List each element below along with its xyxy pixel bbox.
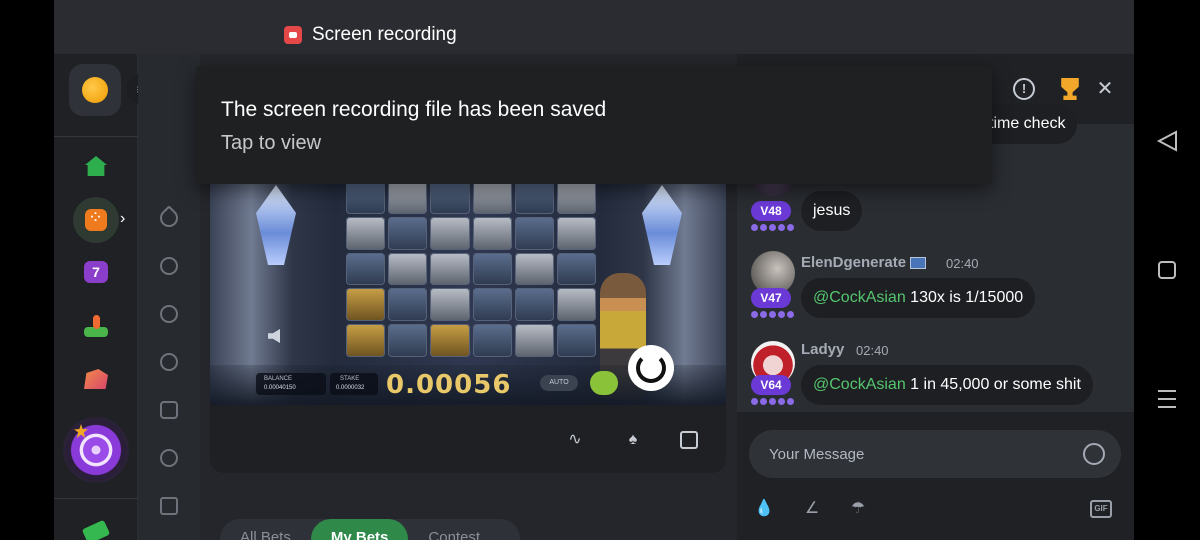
message-input[interactable] [769, 430, 1069, 478]
stake-value: 0.0000032 [336, 385, 365, 391]
sidebar-item-casino[interactable] [73, 197, 119, 243]
chat-message: @CockAsian 1 in 45,000 or some shit [801, 365, 1093, 405]
chat-message: @CockAsian 130x is 1/15000 [801, 278, 1036, 318]
level-dots [751, 224, 797, 232]
vip-badge: V64 [751, 375, 791, 395]
win-display: 0.00056 [386, 370, 512, 400]
logo-button[interactable] [69, 64, 121, 116]
spin-button[interactable] [628, 345, 674, 391]
info-icon[interactable]: ! [1013, 78, 1035, 100]
home-nav-icon[interactable] [1158, 261, 1176, 279]
stake-label: STAKE [340, 376, 360, 382]
chevron-right-icon[interactable]: › [120, 210, 125, 228]
divider [54, 136, 138, 137]
category-rail [138, 54, 200, 540]
gif-icon[interactable]: GIF [1090, 500, 1112, 518]
sidebar-item-lottery[interactable] [76, 359, 116, 399]
back-icon[interactable] [1156, 130, 1178, 152]
featured-spiral-button[interactable] [66, 420, 126, 480]
roulette-icon[interactable] [160, 257, 178, 275]
message-input-wrapper [749, 430, 1121, 478]
trophy-icon[interactable] [1061, 78, 1079, 100]
chat-username[interactable]: Ladyy [801, 341, 844, 358]
mention-link[interactable]: @CockAsian [813, 376, 906, 393]
graph-icon[interactable]: ∿ [566, 431, 584, 449]
close-icon[interactable]: ✕ [1094, 78, 1116, 100]
slot-reels [344, 179, 598, 359]
divider [54, 498, 138, 499]
joystick-icon [84, 315, 108, 337]
balance-label: BALANCE [264, 376, 293, 382]
flag-icon [910, 257, 927, 270]
recording-saved-notification[interactable]: The screen recording file has been saved… [196, 66, 992, 184]
mention-link[interactable]: @CockAsian [813, 289, 906, 306]
chat-footer: 💧 ∠ ☂ GIF [737, 412, 1134, 540]
system-nav-bar [1134, 0, 1200, 540]
balance-value: 0.00040150 [264, 385, 296, 391]
notification-subtitle[interactable]: Tap to view [221, 132, 321, 155]
rain-icon[interactable]: ☂ [847, 498, 869, 520]
tab-my-bets[interactable]: My Bets [310, 519, 409, 540]
game-hud: BALANCE 0.00040150 STAKE 0.0000032 0.000… [210, 345, 726, 405]
star-icon [74, 424, 88, 438]
turbo-button[interactable] [590, 371, 618, 395]
spade-logo-icon [82, 77, 108, 103]
bomb-icon[interactable] [160, 305, 178, 323]
auto-button[interactable]: AUTO [540, 375, 578, 391]
sidebar: 7 [54, 54, 138, 540]
vip-badge: V47 [751, 288, 791, 308]
game-frame[interactable]: BALANCE 0.00040150 STAKE 0.0000032 0.000… [210, 179, 726, 405]
game-toolbar: ∿ ♠ ? [210, 405, 756, 473]
recording-label: Screen recording [312, 24, 457, 45]
tab-contest[interactable]: Contest [408, 519, 500, 540]
drops-icon[interactable]: 💧 [753, 498, 775, 520]
tip-icon[interactable]: ∠ [801, 498, 823, 520]
level-dots [751, 311, 797, 319]
tickets-icon [84, 369, 108, 389]
sidebar-item-slots[interactable]: 7 [76, 252, 116, 292]
sidebar-item-promo[interactable] [76, 512, 116, 540]
acorn-icon[interactable]: ♠ [624, 431, 642, 449]
tab-all-bets[interactable]: All Bets [220, 519, 311, 540]
fullscreen-icon[interactable] [680, 431, 698, 449]
slots-seven-icon: 7 [84, 261, 108, 283]
chat-timestamp: 02:40 [946, 256, 979, 271]
record-icon [284, 26, 302, 44]
planet-icon[interactable] [160, 353, 178, 371]
recents-icon[interactable] [1158, 390, 1176, 408]
chat-message: jesus [801, 191, 863, 231]
vip-badge: V48 [751, 201, 791, 221]
ball-icon[interactable] [160, 449, 178, 467]
level-dots [751, 398, 797, 406]
sidebar-item-home[interactable] [76, 146, 116, 186]
message-text: jesus [813, 202, 851, 219]
chat-message-partial: time check [977, 104, 1078, 144]
hat-icon[interactable] [160, 401, 178, 419]
stake-panel[interactable]: STAKE 0.0000032 [330, 373, 378, 395]
notification-title: The screen recording file has been saved [221, 98, 607, 121]
bets-tabs: All Bets My Bets Contest [220, 519, 520, 540]
balance-panel: BALANCE 0.00040150 [256, 373, 326, 395]
comet-icon[interactable] [156, 205, 182, 231]
status-bar: Screen recording [54, 0, 1134, 54]
message-text: 1 in 45,000 or some shit [905, 376, 1081, 393]
green-ticket-icon [81, 519, 111, 540]
home-icon [85, 156, 107, 176]
chat-username[interactable]: ElenDgenerate [801, 254, 927, 271]
sidebar-item-games[interactable] [76, 306, 116, 346]
chat-timestamp: 02:40 [856, 343, 889, 358]
recording-indicator[interactable]: Screen recording [284, 24, 457, 46]
message-text: 130x is 1/15000 [905, 289, 1024, 306]
dice-icon [85, 207, 107, 231]
cards-icon[interactable] [160, 497, 178, 515]
screen: Screen recording 7 [0, 0, 1200, 540]
emoji-icon[interactable] [1083, 443, 1105, 465]
